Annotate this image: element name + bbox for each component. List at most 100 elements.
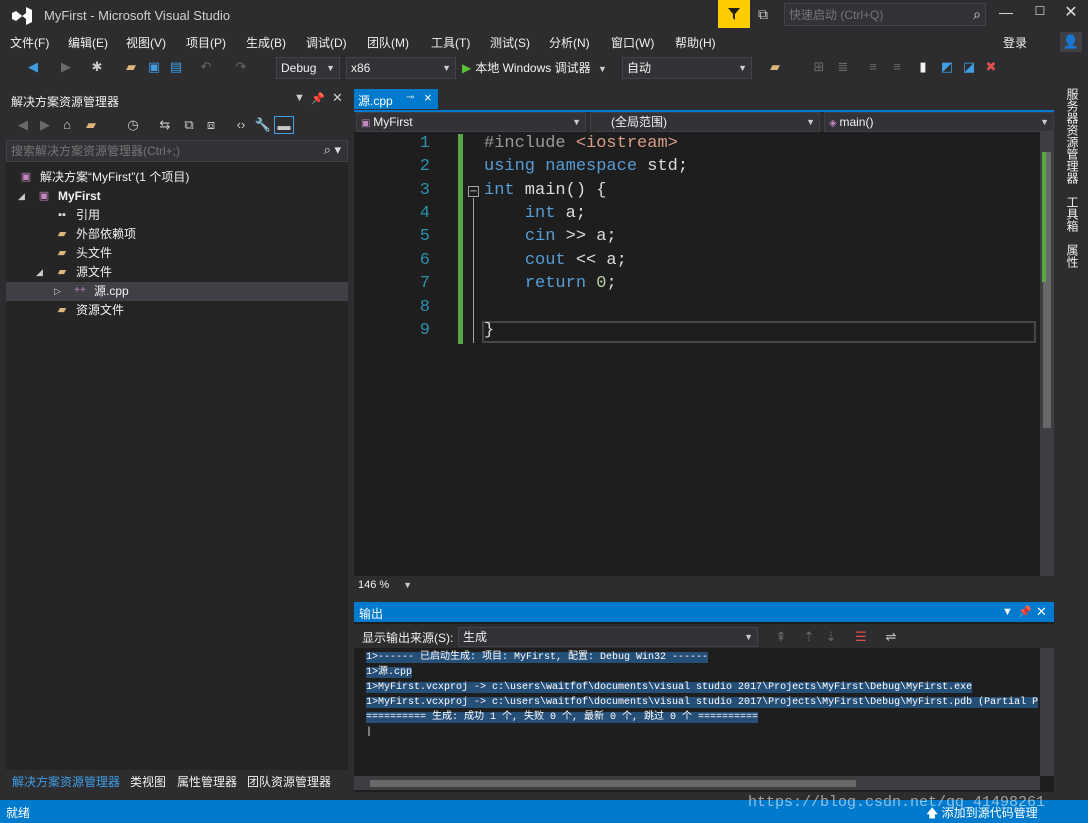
properties-icon[interactable]: 🔧	[254, 116, 272, 134]
undo-icon[interactable]: ↶	[197, 58, 215, 76]
sync-icon[interactable]: ⇆	[156, 116, 174, 134]
output-source-select[interactable]: 生成 ▼	[458, 627, 758, 647]
redo-icon[interactable]: ↷	[232, 58, 250, 76]
editor-vertical-scrollbar[interactable]	[1040, 132, 1054, 576]
panel-dropdown-icon[interactable]: ▼	[1002, 606, 1013, 618]
forward-icon[interactable]: ▶	[57, 58, 75, 76]
new-project-icon[interactable]: ✱	[88, 58, 106, 76]
clear-bookmarks-icon[interactable]: ✖	[982, 58, 1000, 76]
menu-edit[interactable]: 编辑(E)	[68, 34, 108, 51]
solution-explorer-header: 解决方案资源管理器 ▼ 📌 ✕	[6, 88, 348, 112]
scope-navigation-select[interactable]: (全局范围) ▼	[590, 112, 820, 132]
tree-item-solution[interactable]: ▣ 解决方案“MyFirst”(1 个项目)	[6, 168, 348, 187]
preview-selected-icon[interactable]: ▬	[274, 116, 294, 134]
next-bookmark-icon[interactable]: ◪	[960, 58, 978, 76]
quick-launch-input[interactable]	[785, 4, 960, 25]
tree-item-header-files[interactable]: ▰ 头文件	[6, 244, 348, 263]
login-link[interactable]: 登录	[1003, 34, 1027, 51]
close-icon[interactable]: ✕	[1036, 604, 1047, 620]
tree-item-label: 解决方案“MyFirst”(1 个项目)	[40, 170, 190, 184]
collapse-all-icon[interactable]: ⧉	[180, 116, 198, 134]
clear-all-icon[interactable]: ☰	[852, 628, 870, 646]
tab-team-explorer[interactable]: 团队资源管理器	[247, 773, 331, 790]
back-icon[interactable]: ◀	[14, 116, 32, 134]
account-icon[interactable]: 👤	[1060, 32, 1082, 52]
feedback-icon[interactable]: ⧉	[758, 6, 778, 24]
menu-tools[interactable]: 工具(T)	[431, 34, 470, 51]
save-all-icon[interactable]: ▤	[167, 58, 185, 76]
tree-item-external-dependencies[interactable]: ▰ 外部依赖项	[6, 225, 348, 244]
step-icon[interactable]: ⊞	[810, 58, 828, 76]
menu-team[interactable]: 团队(M)	[367, 34, 409, 51]
output-text-area[interactable]: 1>------ 已启动生成: 项目: MyFirst, 配置: Debug W…	[354, 648, 1040, 776]
format-icon[interactable]: ≣	[834, 58, 852, 76]
maximize-button[interactable]: ☐	[1030, 4, 1050, 24]
pin-icon[interactable]: ⊸	[406, 92, 414, 103]
bookmark-icon[interactable]: ▮	[914, 58, 932, 76]
debug-target-select[interactable]: 自动 ▼	[622, 57, 752, 79]
tab-class-view[interactable]: 类视图	[130, 773, 166, 790]
tree-item-project[interactable]: ◢ ▣ MyFirst	[6, 187, 348, 206]
tab-solution-explorer[interactable]: 解决方案资源管理器	[12, 773, 120, 790]
menu-window[interactable]: 窗口(W)	[611, 34, 654, 51]
prev-message-icon[interactable]: ⇡	[800, 628, 818, 646]
menu-analyze[interactable]: 分析(N)	[549, 34, 590, 51]
find-in-files-icon[interactable]: ▰	[766, 58, 784, 76]
tab-properties[interactable]: 属性	[1064, 244, 1081, 268]
comment-icon[interactable]: ≡	[864, 58, 882, 76]
project-navigation-select[interactable]: ▣ MyFirst ▼	[356, 112, 586, 132]
pending-changes-icon[interactable]: ◷	[124, 116, 142, 134]
word-wrap-icon[interactable]: ⇌	[882, 628, 900, 646]
next-message-icon[interactable]: ⇣	[822, 628, 840, 646]
tree-item-source-files[interactable]: ◢ ▰ 源文件	[6, 263, 348, 282]
back-icon[interactable]: ◀	[24, 58, 42, 76]
collapse-icon[interactable]: −	[468, 186, 479, 197]
pin-icon[interactable]: 📌	[311, 92, 325, 105]
code-editor[interactable]: − 1 2 3 4 5 6 7 8 9 #include <iostream> …	[354, 132, 1042, 576]
output-vertical-scrollbar[interactable]	[1040, 648, 1054, 776]
solution-explorer-search-input[interactable]	[7, 141, 307, 161]
quick-launch-box[interactable]: ⌕	[784, 3, 986, 26]
tab-server-explorer[interactable]: 服务器资源管理器	[1064, 88, 1081, 184]
menu-debug[interactable]: 调试(D)	[306, 34, 347, 51]
prev-bookmark-icon[interactable]: ◩	[938, 58, 956, 76]
close-window-button[interactable]: ✕	[1060, 2, 1082, 24]
tab-toolbox[interactable]: 工具箱	[1064, 196, 1081, 232]
pin-icon[interactable]: 📌	[1018, 605, 1032, 618]
tree-item-references[interactable]: ▪▪ 引用	[6, 206, 348, 225]
find-message-icon[interactable]: ⇞	[772, 628, 790, 646]
zoom-select[interactable]: 146 % ▼	[356, 577, 416, 593]
close-icon[interactable]: ×	[424, 90, 432, 105]
menu-view[interactable]: 视图(V)	[126, 34, 166, 51]
notification-flag-icon[interactable]	[718, 0, 750, 28]
start-debugging-button[interactable]: ▶ 本地 Windows 调试器 ▼	[462, 57, 607, 79]
uncomment-icon[interactable]: ≡	[888, 58, 906, 76]
menu-build[interactable]: 生成(B)	[246, 34, 286, 51]
menu-test[interactable]: 测试(S)	[490, 34, 530, 51]
open-file-icon[interactable]: ▰	[122, 58, 140, 76]
solution-configuration-select[interactable]: Debug ▼	[276, 57, 340, 79]
tab-property-manager[interactable]: 属性管理器	[177, 773, 237, 790]
tree-item-source-cpp[interactable]: ▷ ++ 源.cpp	[6, 282, 348, 301]
member-navigation-select[interactable]: ◈ main() ▼	[824, 112, 1054, 132]
switch-views-icon[interactable]: ▰	[82, 116, 100, 134]
output-line-text: 1>MyFirst.vcxproj -> c:\users\waitfof\do…	[366, 682, 973, 693]
code-view-icon[interactable]: ‹›	[232, 116, 250, 134]
minimize-button[interactable]: —	[996, 4, 1016, 24]
scrollbar-thumb[interactable]	[370, 780, 856, 787]
save-icon[interactable]: ▣	[145, 58, 163, 76]
home-icon[interactable]: ⌂	[58, 116, 76, 134]
panel-dropdown-icon[interactable]: ▼	[294, 92, 305, 104]
menu-help[interactable]: 帮助(H)	[675, 34, 716, 51]
solution-platform-select[interactable]: x86 ▼	[346, 57, 456, 79]
solution-explorer-search[interactable]: ⌕ ▾	[6, 140, 348, 162]
output-horizontal-scrollbar[interactable]	[354, 776, 1040, 790]
menu-file[interactable]: 文件(F)	[10, 34, 49, 51]
show-all-files-icon[interactable]: ⧈	[202, 116, 220, 134]
forward-icon[interactable]: ▶	[36, 116, 54, 134]
tab-source-cpp[interactable]: 源.cpp ⊸ ×	[354, 89, 438, 109]
close-icon[interactable]: ✕	[332, 90, 343, 106]
menu-project[interactable]: 项目(P)	[186, 34, 226, 51]
tree-item-resource-files[interactable]: ▰ 资源文件	[6, 301, 348, 320]
project-icon: ▣	[361, 118, 374, 129]
